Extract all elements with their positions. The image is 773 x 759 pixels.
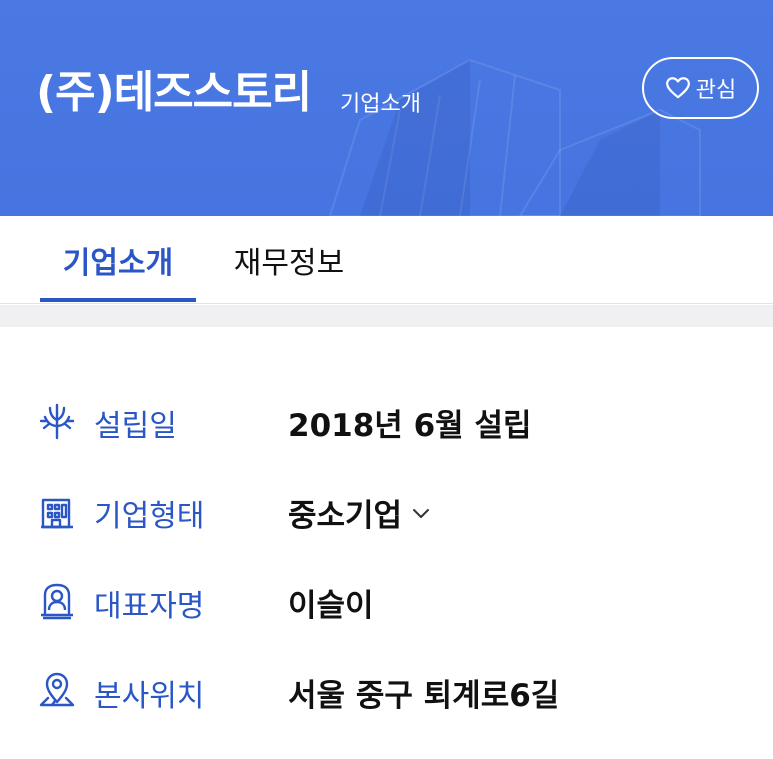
info-value: 이슬이 <box>288 580 374 625</box>
favorite-button[interactable]: 관심 <box>642 57 759 119</box>
company-name: (주)테즈스토리 <box>36 67 312 118</box>
company-header: (주)테즈스토리 기업소개 관심 <box>0 0 773 216</box>
tab-financial-info[interactable]: 재무정보 <box>226 216 352 304</box>
info-row-company-type: 기업형태 중소기업 <box>0 479 773 539</box>
tab-company-info[interactable]: 기업소개 <box>40 216 196 304</box>
info-value: 중소기업 <box>288 490 432 535</box>
building-icon <box>38 492 76 530</box>
info-value: 서울 중구 퇴계로6길 <box>288 670 559 715</box>
heart-icon <box>665 77 690 99</box>
tab-bar: 기업소개 재무정보 <box>0 216 773 304</box>
tab-label: 기업소개 <box>62 246 174 281</box>
chevron-down-icon[interactable] <box>410 502 432 524</box>
info-value: 2018년 6월 설립 <box>288 400 532 445</box>
favorite-label: 관심 <box>695 78 737 103</box>
ceo-value: 이슬이 <box>288 588 374 624</box>
info-label: 기업형태 <box>94 499 205 534</box>
sprout-icon <box>38 402 76 440</box>
info-row-location: 본사위치 서울 중구 퇴계로6길 <box>0 659 773 719</box>
info-label: 대표자명 <box>94 589 205 624</box>
section-divider <box>0 305 773 327</box>
info-row-ceo: 대표자명 이슬이 <box>0 569 773 629</box>
founded-value: 2018년 6월 설립 <box>288 408 532 444</box>
section-subtitle: 기업소개 <box>340 92 421 117</box>
location-pin-icon <box>38 672 76 710</box>
info-row-founded: 설립일 2018년 6월 설립 <box>0 389 773 449</box>
location-value: 서울 중구 퇴계로6길 <box>288 678 560 714</box>
active-tab-indicator <box>40 298 196 302</box>
person-portrait-icon <box>38 582 76 620</box>
company-type-value: 중소기업 <box>288 498 403 534</box>
tab-label: 재무정보 <box>233 246 345 281</box>
info-label: 설립일 <box>94 409 177 444</box>
info-label: 본사위치 <box>94 679 205 714</box>
